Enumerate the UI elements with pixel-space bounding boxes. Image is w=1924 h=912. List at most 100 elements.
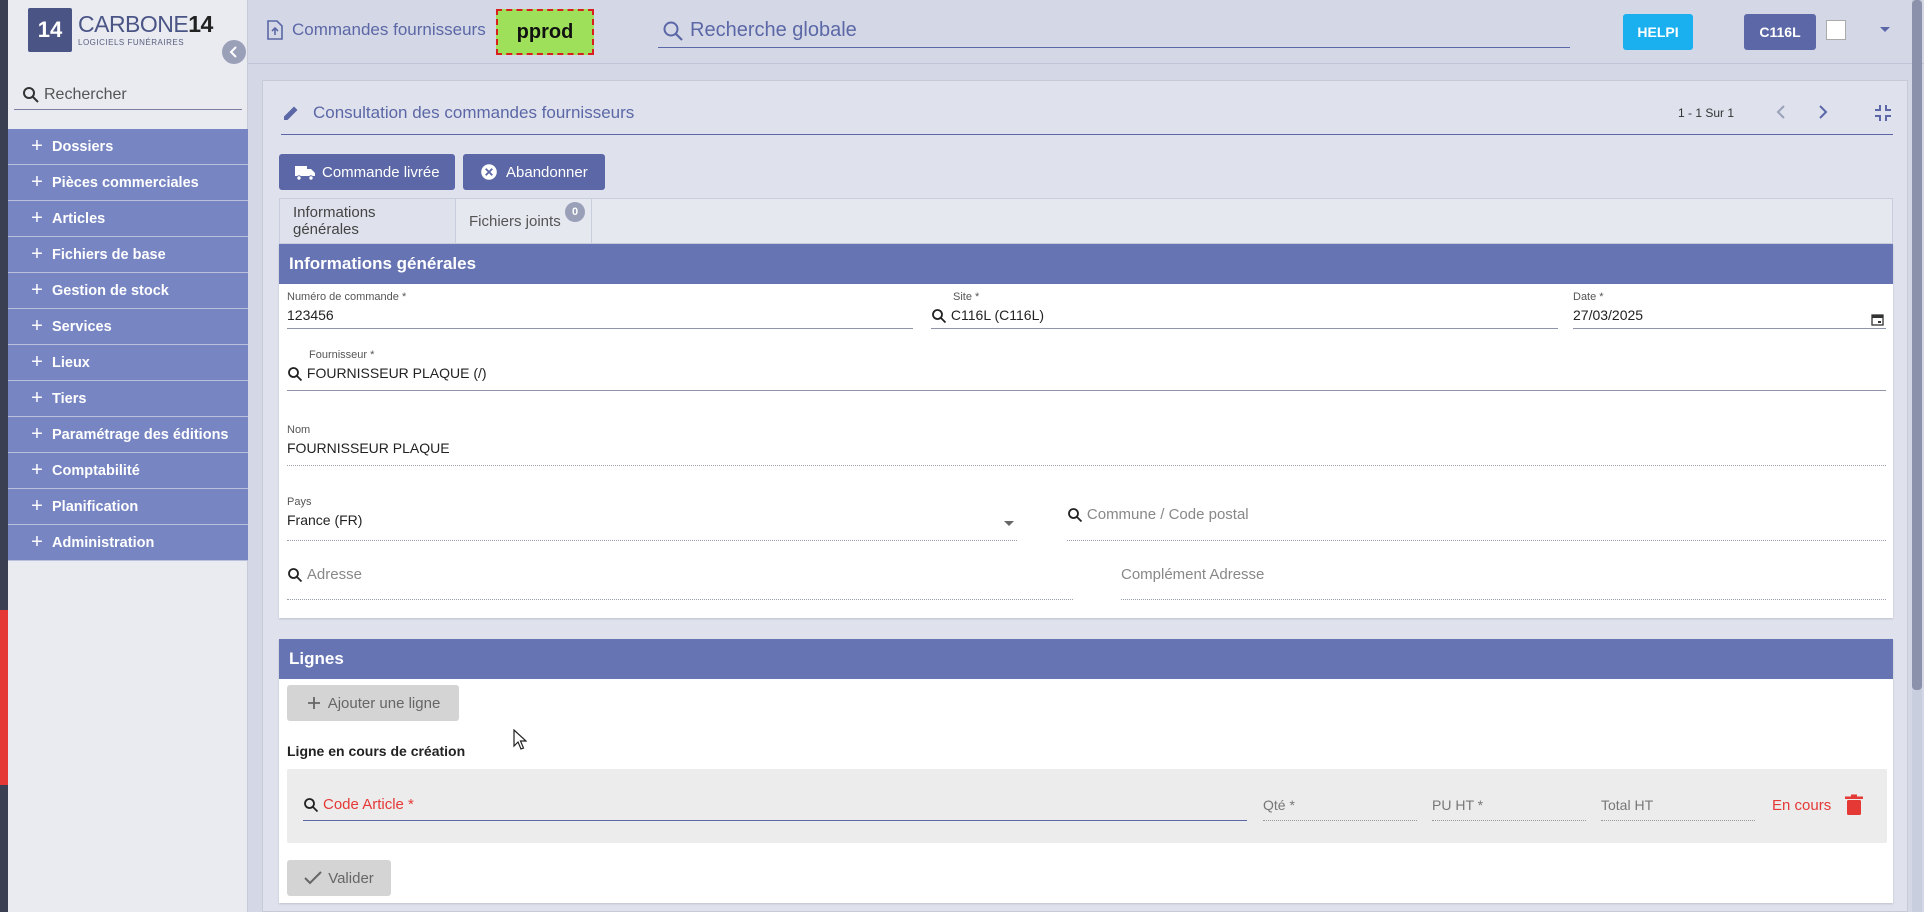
supplier-value: FOURNISSEUR PLAQUE (/) xyxy=(306,365,487,381)
sidebar-collapse-button[interactable] xyxy=(222,40,246,64)
collapse-view-button[interactable] xyxy=(1873,103,1893,123)
add-line-label: Ajouter une ligne xyxy=(327,694,441,712)
sidebar-item-label: Dossiers xyxy=(52,138,114,155)
validate-label: Valider xyxy=(328,869,374,887)
user-site-button[interactable]: C116L xyxy=(1744,14,1816,50)
field-underline xyxy=(287,599,1073,600)
check-icon xyxy=(304,871,322,885)
general-info-panel: Informations générales Numéro de command… xyxy=(279,244,1893,618)
plus-icon: + xyxy=(31,423,43,445)
panel-heading: Informations générales xyxy=(279,244,1893,284)
plus-icon: + xyxy=(31,279,43,301)
lines-panel: Lignes Ajouter une ligne Ligne en cours … xyxy=(279,639,1893,903)
field-underline xyxy=(1121,599,1886,600)
address-row: Adresse xyxy=(287,566,1073,583)
order-number-field[interactable]: Numéro de commande * 123456 xyxy=(287,291,913,329)
calendar-icon[interactable] xyxy=(1871,313,1884,326)
search-icon xyxy=(23,86,39,103)
plus-icon xyxy=(307,697,320,709)
sidebar-item-administration[interactable]: + Administration xyxy=(8,525,248,561)
add-line-button[interactable]: Ajouter une ligne xyxy=(287,685,459,721)
city-postcode-row: Commune / Code postal xyxy=(1067,506,1886,523)
country-select[interactable]: Pays France (FR) xyxy=(287,496,1017,541)
previous-record-button[interactable] xyxy=(1771,101,1793,123)
date-field[interactable]: Date * 27/03/2025 xyxy=(1573,291,1886,329)
trash-icon[interactable] xyxy=(1844,794,1864,816)
logo-name-bold: 14 xyxy=(188,11,213,37)
app-logo[interactable]: 14 CARBONE14 LOGICIELS FUNÉRAIRES xyxy=(28,6,213,54)
quantity-field[interactable]: Qté * xyxy=(1263,789,1417,821)
sidebar-item-label: Gestion de stock xyxy=(52,282,169,299)
pagination-info: 1 - 1 Sur 1 xyxy=(1678,106,1735,120)
tab-informations-generales[interactable]: Informations générales xyxy=(280,199,456,243)
sidebar-item-label: Lieux xyxy=(52,354,90,371)
sidebar-item-label: Comptabilité xyxy=(52,462,140,479)
panel-heading: Lignes xyxy=(279,639,1893,679)
sidebar-item-lieux[interactable]: + Lieux xyxy=(8,345,248,381)
city-postcode-field[interactable]: Commune / Code postal xyxy=(1067,506,1886,541)
logo-subtitle: LOGICIELS FUNÉRAIRES xyxy=(78,38,185,47)
plus-icon: + xyxy=(31,315,43,337)
sidebar-item-services[interactable]: + Services xyxy=(8,309,248,345)
field-label: Numéro de commande * xyxy=(287,291,407,303)
supplier-field[interactable]: Fournisseur * FOURNISSEUR PLAQUE (/) xyxy=(287,349,1886,391)
abandon-button[interactable]: Abandonner xyxy=(463,154,605,190)
user-menu-toggle[interactable] xyxy=(1878,22,1898,42)
next-record-button[interactable] xyxy=(1811,101,1833,123)
name-value: FOURNISSEUR PLAQUE xyxy=(287,440,450,456)
article-code-field[interactable]: Code Article * xyxy=(303,789,1247,821)
avatar[interactable] xyxy=(1826,20,1846,40)
global-search xyxy=(658,14,1570,48)
name-field[interactable]: Nom FOURNISSEUR PLAQUE xyxy=(287,424,1886,466)
page-breadcrumb[interactable]: Commandes fournisseurs xyxy=(266,20,486,40)
sidebar-search-input[interactable] xyxy=(44,85,234,104)
tab-label: Informations générales xyxy=(293,204,376,238)
tab-bar: Informations générales Fichiers joints 0 xyxy=(279,198,1893,244)
address-complement-field[interactable]: Complément Adresse xyxy=(1121,566,1886,600)
validate-line-button[interactable]: Valider xyxy=(287,860,391,896)
article-code-placeholder: Code Article * xyxy=(323,796,414,813)
field-underline xyxy=(1067,540,1886,541)
logo-mark: 14 xyxy=(28,8,72,52)
plus-icon: + xyxy=(31,495,43,517)
sidebar-item-articles[interactable]: + Articles xyxy=(8,201,248,237)
pencil-icon xyxy=(284,106,298,120)
sidebar-item-comptabilite[interactable]: + Comptabilité xyxy=(8,453,248,489)
global-search-input[interactable] xyxy=(690,19,1550,42)
city-postcode-placeholder: Commune / Code postal xyxy=(1086,506,1249,523)
field-underline xyxy=(287,465,1886,466)
sidebar-item-planification[interactable]: + Planification xyxy=(8,489,248,525)
sidebar-item-tiers[interactable]: + Tiers xyxy=(8,381,248,417)
site-field[interactable]: Site * C116L (C116L) xyxy=(931,291,1558,329)
sidebar-item-gestion-de-stock[interactable]: + Gestion de stock xyxy=(8,273,248,309)
cancel-circle-icon xyxy=(481,164,497,180)
country-value: France (FR) xyxy=(287,512,363,528)
unit-price-field[interactable]: PU HT * xyxy=(1432,789,1586,821)
sidebar-item-label: Administration xyxy=(52,534,155,551)
sidebar-item-fichiers-de-base[interactable]: + Fichiers de base xyxy=(8,237,248,273)
title-row: Consultation des commandes fournisseurs … xyxy=(281,101,1893,135)
tab-label: Fichiers joints xyxy=(469,212,561,230)
plus-icon: + xyxy=(31,531,43,553)
page-breadcrumb-label: Commandes fournisseurs xyxy=(292,20,486,39)
helpi-button[interactable]: HELPI xyxy=(1623,14,1693,50)
page-scrollbar-thumb[interactable] xyxy=(1912,0,1922,690)
attachments-count-badge: 0 xyxy=(565,202,585,222)
search-icon xyxy=(304,797,319,812)
sidebar-item-label: Pièces commerciales xyxy=(52,174,199,191)
field-underline xyxy=(287,390,1886,391)
sidebar-item-pieces-commerciales[interactable]: + Pièces commerciales xyxy=(8,165,248,201)
search-icon xyxy=(288,568,303,583)
address-field[interactable]: Adresse xyxy=(287,566,1073,600)
logo-name: CARBONE14 xyxy=(78,13,213,36)
address-complement-placeholder: Complément Adresse xyxy=(1121,566,1265,583)
sidebar-item-parametrage-editions[interactable]: + Paramétrage des éditions xyxy=(8,417,248,453)
sidebar-item-dossiers[interactable]: + Dossiers xyxy=(8,129,248,165)
logo-text: CARBONE14 LOGICIELS FUNÉRAIRES xyxy=(78,13,213,47)
main-content: Consultation des commandes fournisseurs … xyxy=(262,80,1908,912)
field-underline xyxy=(287,328,913,329)
order-delivered-button[interactable]: Commande livrée xyxy=(279,154,455,190)
field-label: Pays xyxy=(287,496,312,508)
plus-icon: + xyxy=(31,459,43,481)
top-header: Commandes fournisseurs pprod HELPI C116L xyxy=(248,0,1924,64)
